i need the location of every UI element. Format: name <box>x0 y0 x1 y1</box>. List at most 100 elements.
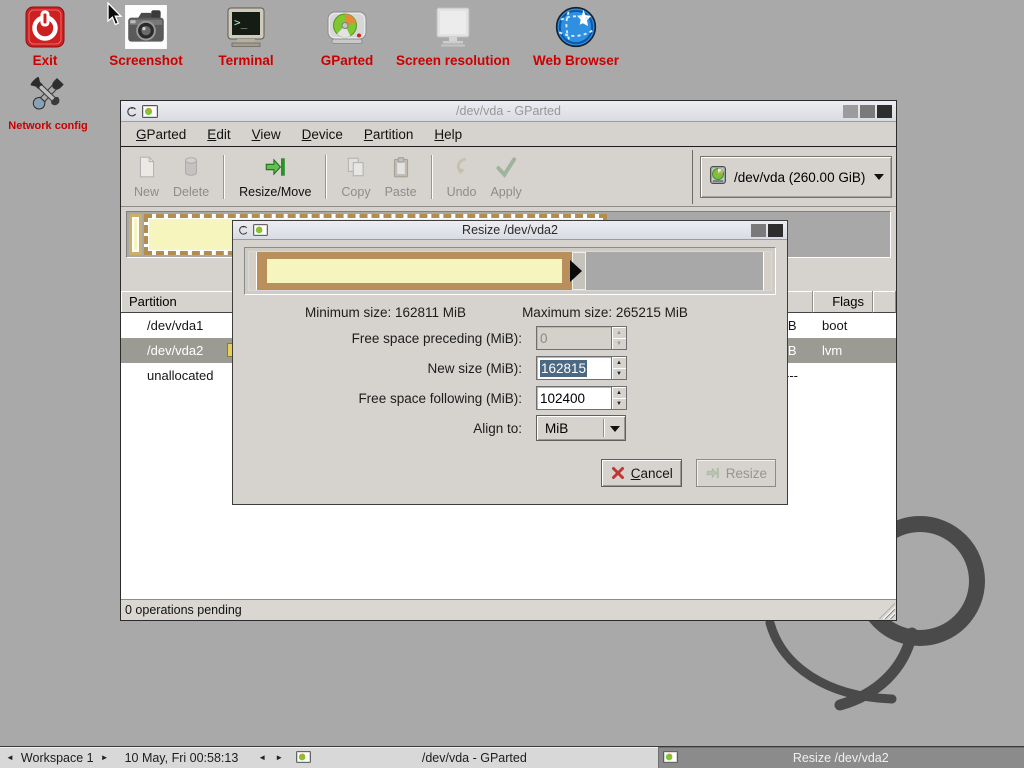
menu-help[interactable]: Help <box>425 125 471 144</box>
resize-button[interactable]: Resize <box>696 459 776 487</box>
toolbar-separator <box>431 155 433 199</box>
maximize-button[interactable] <box>751 224 766 237</box>
cancel-button[interactable]: Cancel <box>601 459 682 487</box>
new-size-spinner[interactable]: ▲▼ <box>612 356 627 380</box>
partition-vda1-visual[interactable] <box>129 214 142 255</box>
desktop-icon-label: GParted <box>297 53 397 68</box>
delete-button[interactable]: Delete <box>166 150 216 204</box>
gparted-window-icon <box>253 224 268 236</box>
resize-partition-fill <box>267 259 562 283</box>
dialog-window-buttons <box>751 224 783 237</box>
dialog-fields: Free space preceding (MiB):0▲▼New size (… <box>233 320 787 410</box>
taskbar-task[interactable]: Resize /dev/vda2 <box>658 747 1024 768</box>
column-header-flags[interactable]: Flags <box>813 291 873 313</box>
flags-cell: boot <box>813 313 873 338</box>
free-space-following-spinner[interactable]: ▲▼ <box>612 386 627 410</box>
desktop-icon-web-browser[interactable]: Web Browser <box>516 3 636 68</box>
align-to-value: MiB <box>545 421 568 436</box>
menu-bar: GPartedEditViewDevicePartitionHelp <box>121 122 896 147</box>
task-prev-icon[interactable]: ◄ <box>258 753 266 762</box>
free-space-following-label: Free space following (MiB): <box>233 391 536 406</box>
menu-gparted[interactable]: GParted <box>127 125 195 144</box>
undo-button[interactable]: Undo <box>440 150 484 204</box>
desktop-icon-terminal[interactable]: >_Terminal <box>196 3 296 68</box>
toolbar-button-label: Resize/Move <box>239 185 311 199</box>
delete-icon <box>179 155 203 184</box>
menu-edit[interactable]: Edit <box>198 125 239 144</box>
workspace-prev-icon[interactable]: ◄ <box>6 753 14 762</box>
main-window-title: /dev/vda - GParted <box>121 104 896 118</box>
spin-down-icon[interactable]: ▼ <box>612 338 626 349</box>
combo-divider <box>603 419 605 437</box>
resize-track-end-handle[interactable] <box>763 252 771 290</box>
desktop-icon-network-config[interactable]: Network config <box>4 70 92 132</box>
free-space-preceding-input[interactable]: 0 <box>536 326 612 350</box>
resize-partition-block[interactable] <box>257 252 572 290</box>
main-window-titlebar[interactable]: /dev/vda - GParted <box>121 101 896 122</box>
toolbar-button-label: New <box>134 185 159 199</box>
screenshot-icon <box>91 3 201 51</box>
resize-slider-widget <box>244 247 776 295</box>
resize-right-drag-handle[interactable] <box>572 252 586 290</box>
harddisk-icon <box>708 165 728 190</box>
desktop-icon-screenshot[interactable]: Screenshot <box>91 3 201 68</box>
gparted-task-icon <box>296 751 311 766</box>
spin-down-icon[interactable]: ▼ <box>612 368 626 379</box>
taskbar-clock: 10 May, Fri 00:58:13 <box>125 747 239 768</box>
spin-up-icon[interactable]: ▲ <box>612 327 626 338</box>
end-cell <box>873 363 896 388</box>
free-space-preceding-spinner[interactable]: ▲▼ <box>612 326 627 350</box>
flags-cell <box>813 363 873 388</box>
paste-button[interactable]: Paste <box>378 150 424 204</box>
iconify-button[interactable] <box>843 105 858 118</box>
spin-down-icon[interactable]: ▼ <box>612 398 626 409</box>
desktop-icon-label: Screenshot <box>91 53 201 68</box>
spin-up-icon[interactable]: ▲ <box>612 357 626 368</box>
toolbar-button-label: Copy <box>341 185 370 199</box>
close-button[interactable] <box>768 224 783 237</box>
desktop-icon-label: Network config <box>4 120 92 132</box>
device-selector[interactable]: /dev/vda (260.00 GiB) <box>700 156 892 198</box>
cancel-button-label: Cancel <box>631 466 673 481</box>
desktop-icon-label: Screen resolution <box>385 53 521 68</box>
resize-dialog: Resize /dev/vda2 Minimum size: 162811 Mi… <box>232 220 788 505</box>
taskbar-task[interactable]: /dev/vda - GParted <box>291 747 657 768</box>
menu-partition[interactable]: Partition <box>355 125 423 144</box>
free-space-following-row: Free space following (MiB):102400▲▼ <box>233 386 787 410</box>
resize-move-button[interactable]: Resize/Move <box>232 150 318 204</box>
window-buttons <box>843 105 892 118</box>
toolbar-separator <box>223 155 225 199</box>
new-size-input[interactable]: 162815 <box>536 356 612 380</box>
close-button[interactable] <box>877 105 892 118</box>
dialog-titlebar[interactable]: Resize /dev/vda2 <box>233 221 787 240</box>
resize-grip[interactable] <box>879 603 895 619</box>
apply-button[interactable]: Apply <box>483 150 528 204</box>
workspace-next-icon[interactable]: ► <box>101 753 109 762</box>
cancel-x-icon <box>610 465 626 481</box>
resize-left-handle[interactable] <box>249 252 257 290</box>
task-next-icon[interactable]: ► <box>275 753 283 762</box>
debian-swirl-icon <box>125 105 138 118</box>
terminal-icon: >_ <box>196 3 296 51</box>
exit-icon <box>10 3 80 51</box>
free-space-following-input[interactable]: 102400 <box>536 386 612 410</box>
spin-up-icon[interactable]: ▲ <box>612 387 626 398</box>
maximize-button[interactable] <box>860 105 875 118</box>
column-header-end <box>873 291 896 313</box>
end-cell <box>873 338 896 363</box>
copy-button[interactable]: Copy <box>334 150 377 204</box>
workspace-label: Workspace 1 <box>21 751 94 765</box>
desktop-icon-exit[interactable]: Exit <box>10 3 80 68</box>
desktop-icon-gparted[interactable]: GParted <box>297 3 397 68</box>
new-button[interactable]: New <box>127 150 166 204</box>
task-list: /dev/vda - GPartedResize /dev/vda2 <box>291 747 1024 768</box>
device-selector-value: /dev/vda (260.00 GiB) <box>734 170 865 185</box>
resize-arrow-icon <box>705 465 721 481</box>
desktop-icon-screen-resolution[interactable]: Screen resolution <box>385 3 521 68</box>
menu-device[interactable]: Device <box>293 125 352 144</box>
dialog-title: Resize /dev/vda2 <box>233 223 787 237</box>
align-to-combobox[interactable]: MiB <box>536 415 626 441</box>
toolbar: New Delete Resize/Move Copy Paste UndoApply/d… <box>121 147 896 207</box>
desktop-icon-label: Exit <box>10 53 80 68</box>
menu-view[interactable]: View <box>243 125 290 144</box>
